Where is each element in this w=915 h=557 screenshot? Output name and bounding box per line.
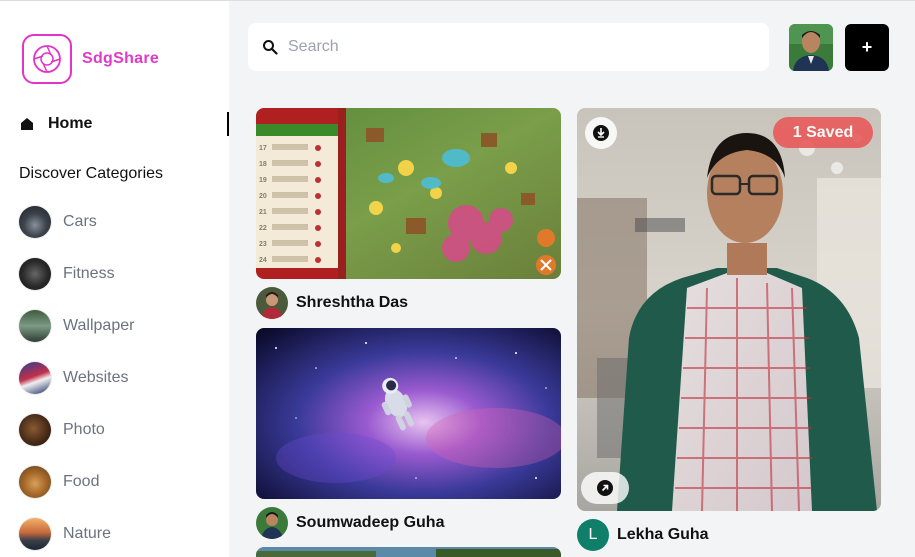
svg-text:22: 22 [259,225,267,232]
open-link-button[interactable] [581,472,629,504]
saved-count-button[interactable]: 1 Saved [773,117,873,148]
discover-categories-title: Discover Categories [19,165,164,182]
category-wallpaper[interactable]: Wallpaper [19,310,134,342]
sidebar: SdgShare Home Discover Categories Cars F… [0,1,229,557]
pin-nature-image [256,547,561,557]
category-photo[interactable]: Photo [19,414,105,446]
category-fitness[interactable]: Fitness [19,258,115,290]
svg-text:17: 17 [259,145,267,152]
svg-text:24: 24 [259,257,267,264]
author-name: Shreshtha Das [296,294,409,311]
category-label: Cars [63,213,97,230]
category-label: Photo [63,421,105,438]
svg-text:21: 21 [259,209,267,216]
category-label: Wallpaper [63,317,135,334]
svg-text:18: 18 [259,161,267,168]
category-label: Food [63,473,100,490]
user-avatar[interactable] [789,24,833,71]
author-avatar: L [577,519,609,551]
pin-image[interactable] [256,328,561,499]
search-icon [263,40,278,55]
category-nature[interactable]: Nature [19,518,111,550]
category-label: Websites [63,369,129,386]
svg-text:20: 20 [259,193,267,200]
author-avatar [256,287,288,319]
pin-author[interactable]: L Lekha Guha [577,519,709,551]
author-name: Soumwadeep Guha [296,514,445,531]
author-avatar [256,507,288,539]
add-pin-button[interactable]: + [845,24,889,71]
search-bar[interactable] [248,23,769,71]
pin-image[interactable]: 1 Saved [577,108,881,511]
nav-home[interactable]: Home [20,112,229,136]
category-thumbnail [19,362,51,394]
category-thumbnail [19,466,51,498]
pin-game-image: 17 18 19 20 21 22 23 24 [256,108,561,279]
pin-author[interactable]: Soumwadeep Guha [256,507,444,539]
app-name: SdgShare [82,50,160,67]
category-cars[interactable]: Cars [19,206,97,238]
category-thumbnail [19,414,51,446]
category-food[interactable]: Food [19,466,99,498]
pin-space-image [256,328,561,499]
category-thumbnail [19,310,51,342]
category-label: Nature [63,525,112,542]
active-indicator [227,112,229,136]
category-thumbnail [19,518,51,550]
category-websites[interactable]: Websites [19,362,129,394]
svg-text:19: 19 [259,177,267,184]
search-input[interactable] [288,38,728,56]
app-logo[interactable]: SdgShare [22,34,159,84]
pin-portrait-image [577,108,881,511]
author-initial: L [588,526,598,543]
author-name: Lekha Guha [617,526,709,543]
category-thumbnail [19,258,51,290]
nav-home-label: Home [48,115,93,132]
category-thumbnail [19,206,51,238]
category-label: Fitness [63,265,115,282]
logo-icon [22,34,72,84]
pin-author[interactable]: Shreshtha Das [256,287,408,319]
pin-image[interactable]: 17 18 19 20 21 22 23 24 [256,108,561,279]
arrow-up-right-icon [597,480,613,496]
download-button[interactable] [585,117,617,149]
download-icon [593,125,609,141]
svg-text:23: 23 [259,241,267,248]
pin-image[interactable] [256,547,561,557]
home-icon [21,118,33,130]
